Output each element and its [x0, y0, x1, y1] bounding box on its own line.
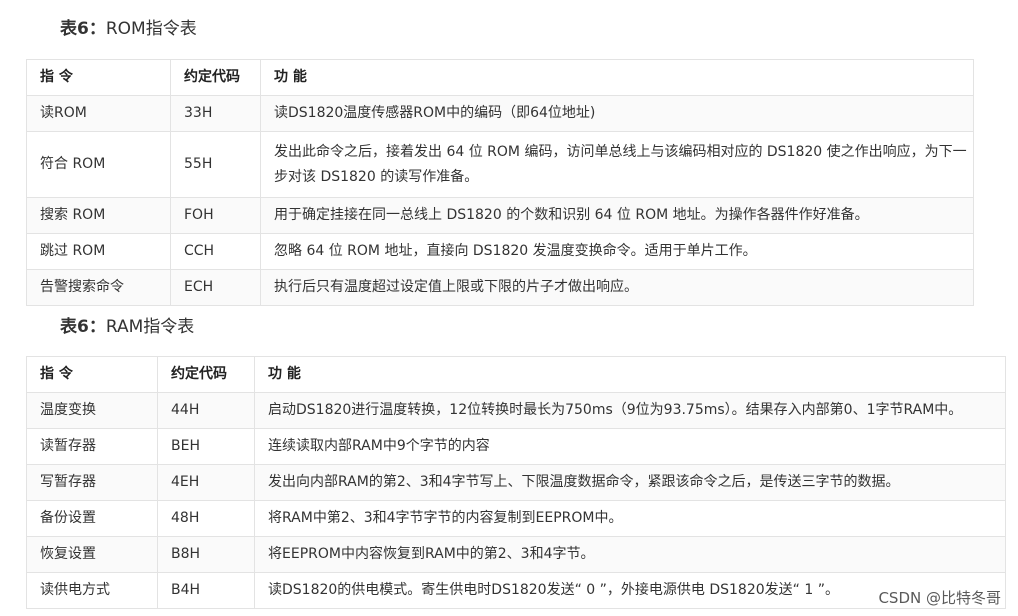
function-cell: 启动DS1820进行温度转换，12位转换时最长为750ms（9位为93.75ms…: [254, 392, 1006, 429]
code-cell: CCH: [170, 233, 261, 270]
code-cell: BEH: [157, 428, 255, 465]
rom-caption-lead: 表6：: [60, 19, 106, 39]
rom-command-table: 指 令 约定代码 功 能 读ROM 33H 读DS1820温度传感器ROM中的编…: [26, 59, 974, 306]
code-cell: 55H: [170, 131, 261, 198]
code-cell: FOH: [170, 197, 261, 234]
header-cell-function: 功 能: [260, 59, 974, 96]
table-row: 读暂存器 BEH 连续读取内部RAM中9个字节的内容: [26, 428, 1006, 465]
header-cell-command: 指 令: [26, 356, 158, 393]
table-row: 备份设置 48H 将RAM中第2、3和4字节字节的内容复制到EEPROM中。: [26, 500, 1006, 537]
ram-caption-title: RAM指令表: [105, 317, 195, 337]
function-cell: 将EEPROM中内容恢复到RAM中的第2、3和4字节。: [254, 536, 1006, 573]
ram-caption-lead: 表6：: [60, 317, 106, 337]
function-cell: 连续读取内部RAM中9个字节的内容: [254, 428, 1006, 465]
command-cell: 写暂存器: [26, 464, 158, 501]
command-cell: 搜索 ROM: [26, 197, 171, 234]
code-cell: 44H: [157, 392, 255, 429]
table-header-row: 指 令 约定代码 功 能: [26, 356, 1006, 393]
code-cell: B8H: [157, 536, 255, 573]
header-cell-function: 功 能: [254, 356, 1006, 393]
function-cell: 用于确定挂接在同一总线上 DS1820 的个数和识别 64 位 ROM 地址。为…: [260, 197, 974, 234]
function-cell: 发出向内部RAM的第2、3和4字节写上、下限温度数据命令，紧跟该命令之后，是传送…: [254, 464, 1006, 501]
table-row: 告警搜索命令 ECH 执行后只有温度超过设定值上限或下限的片子才做出响应。: [26, 269, 974, 306]
table-row: 搜索 ROM FOH 用于确定挂接在同一总线上 DS1820 的个数和识别 64…: [26, 197, 974, 234]
command-cell: 备份设置: [26, 500, 158, 537]
command-cell: 跳过 ROM: [26, 233, 171, 270]
function-cell: 发出此命令之后，接着发出 64 位 ROM 编码，访问单总线上与该编码相对应的 …: [260, 131, 974, 198]
command-cell: 读供电方式: [26, 572, 158, 609]
command-cell: 符合 ROM: [26, 131, 171, 198]
function-cell: 读DS1820温度传感器ROM中的编码（即64位地址): [260, 95, 974, 132]
ram-table-caption: 表6：RAM指令表: [60, 312, 194, 337]
header-cell-code: 约定代码: [157, 356, 255, 393]
code-cell: ECH: [170, 269, 261, 306]
function-cell: 执行后只有温度超过设定值上限或下限的片子才做出响应。: [260, 269, 974, 306]
header-cell-code: 约定代码: [170, 59, 261, 96]
table-row: 温度变换 44H 启动DS1820进行温度转换，12位转换时最长为750ms（9…: [26, 392, 1006, 429]
code-cell: B4H: [157, 572, 255, 609]
table-row: 跳过 ROM CCH 忽略 64 位 ROM 地址，直接向 DS1820 发温度…: [26, 233, 974, 270]
code-cell: 33H: [170, 95, 261, 132]
command-cell: 告警搜索命令: [26, 269, 171, 306]
table-row: 符合 ROM 55H 发出此命令之后，接着发出 64 位 ROM 编码，访问单总…: [26, 131, 974, 198]
table-header-row: 指 令 约定代码 功 能: [26, 59, 974, 96]
csdn-watermark: CSDN @比特冬哥: [878, 589, 1001, 607]
table-row: 恢复设置 B8H 将EEPROM中内容恢复到RAM中的第2、3和4字节。: [26, 536, 1006, 573]
rom-caption-title: ROM指令表: [105, 19, 197, 39]
rom-table-caption: 表6：ROM指令表: [60, 14, 197, 39]
table-row: 写暂存器 4EH 发出向内部RAM的第2、3和4字节写上、下限温度数据命令，紧跟…: [26, 464, 1006, 501]
command-cell: 恢复设置: [26, 536, 158, 573]
function-cell: 忽略 64 位 ROM 地址，直接向 DS1820 发温度变换命令。适用于单片工…: [260, 233, 974, 270]
command-cell: 读暂存器: [26, 428, 158, 465]
table-row: 读供电方式 B4H 读DS1820的供电模式。寄生供电时DS1820发送“ 0 …: [26, 572, 1006, 609]
command-cell: 温度变换: [26, 392, 158, 429]
command-cell: 读ROM: [26, 95, 171, 132]
header-cell-command: 指 令: [26, 59, 171, 96]
table-row: 读ROM 33H 读DS1820温度传感器ROM中的编码（即64位地址): [26, 95, 974, 132]
ram-command-table: 指 令 约定代码 功 能 温度变换 44H 启动DS1820进行温度转换，12位…: [26, 356, 1006, 609]
code-cell: 48H: [157, 500, 255, 537]
function-cell: 将RAM中第2、3和4字节字节的内容复制到EEPROM中。: [254, 500, 1006, 537]
code-cell: 4EH: [157, 464, 255, 501]
